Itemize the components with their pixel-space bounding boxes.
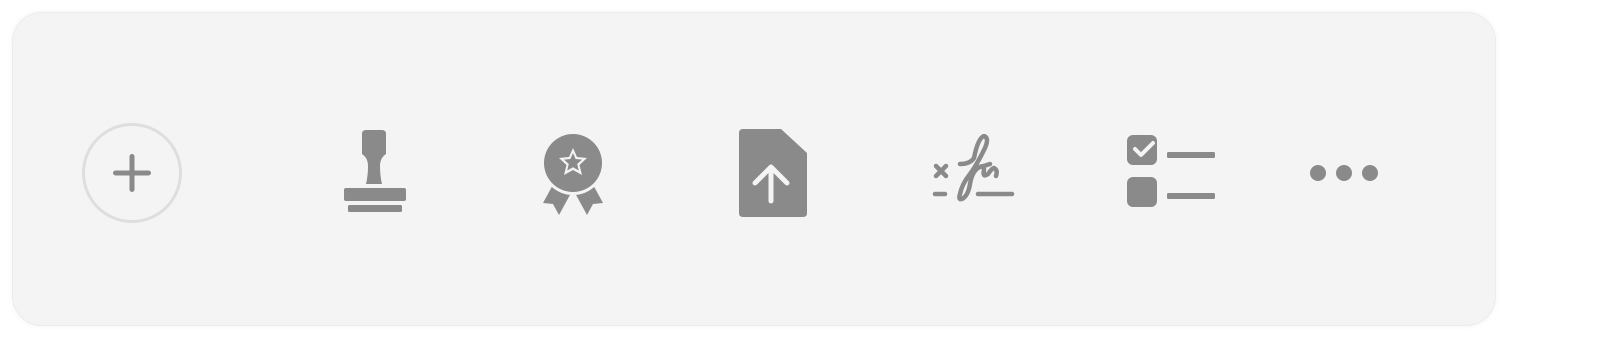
add-button[interactable]	[82, 123, 182, 223]
stamp-button[interactable]	[329, 125, 421, 221]
stamp-icon	[340, 130, 410, 216]
more-horizontal-icon	[1309, 163, 1379, 183]
checklist-button[interactable]	[1117, 125, 1229, 221]
certificate-button[interactable]	[525, 125, 621, 221]
more-button[interactable]	[1301, 143, 1387, 203]
signature-button[interactable]	[917, 125, 1029, 221]
upload-file-button[interactable]	[727, 125, 819, 221]
award-badge-icon	[535, 129, 611, 217]
checklist-icon	[1127, 135, 1219, 211]
plus-icon	[110, 151, 154, 195]
toolbar	[12, 12, 1496, 326]
signature-icon	[928, 134, 1018, 212]
file-upload-icon	[739, 129, 807, 217]
